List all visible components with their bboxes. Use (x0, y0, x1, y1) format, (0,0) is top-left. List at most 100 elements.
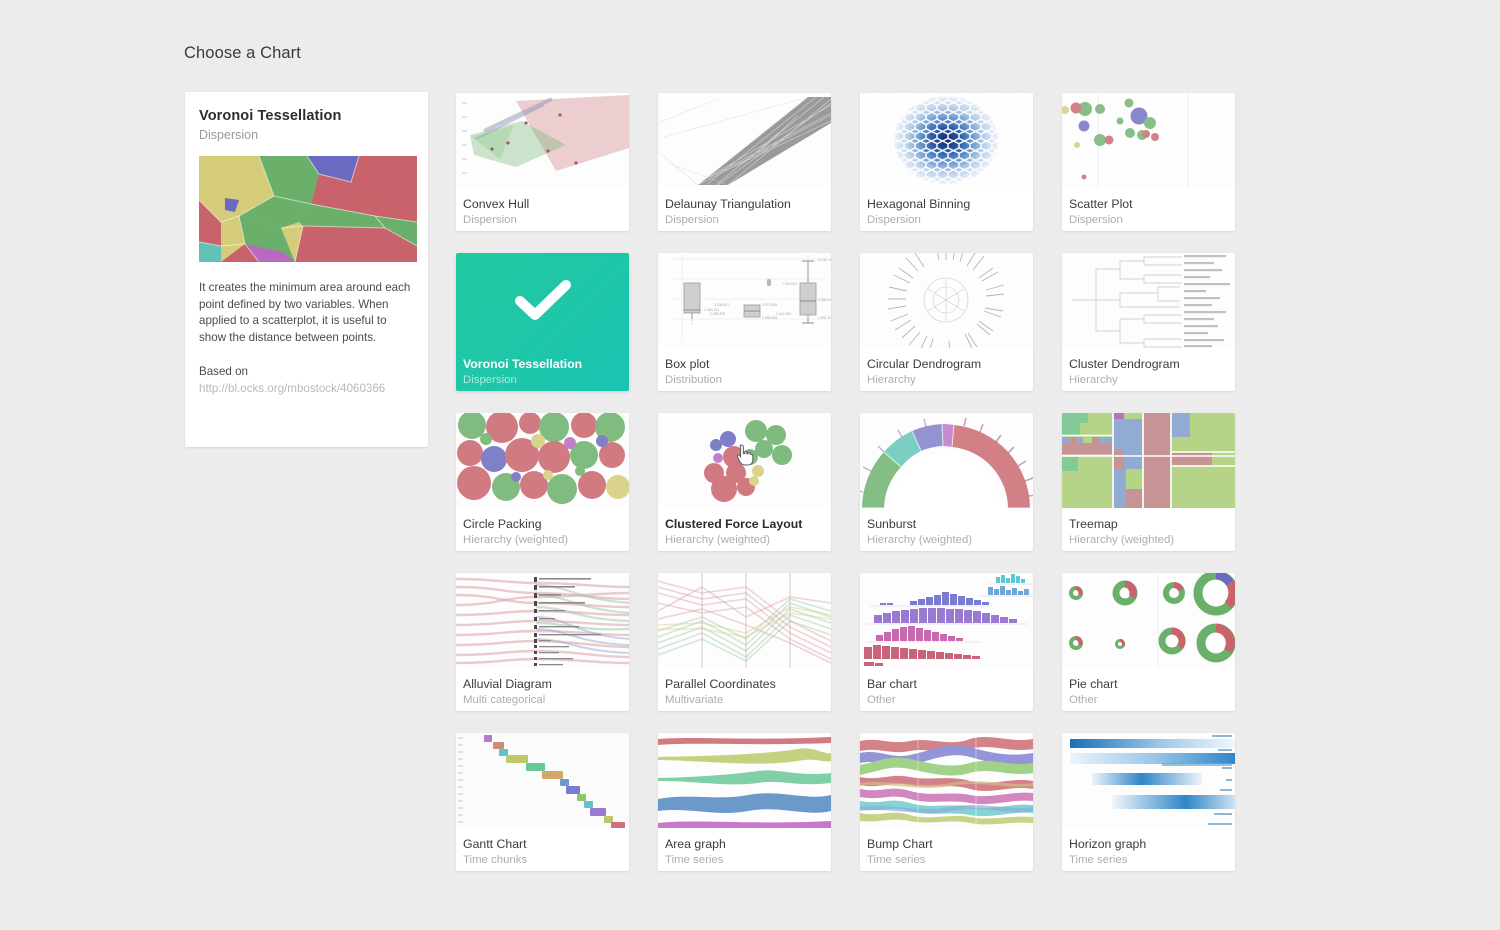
card-category: Dispersion (1069, 214, 1123, 226)
card-category: Time series (1069, 854, 1128, 866)
delaunay-thumbnail (658, 93, 831, 188)
card-title: Parallel Coordinates (665, 677, 776, 691)
card-title: Hexagonal Binning (867, 197, 971, 211)
treemap-thumbnail (1062, 413, 1235, 508)
chart-card-pie-chart[interactable]: Pie chart Other (1062, 573, 1235, 711)
clustered-force-thumbnail (658, 413, 831, 508)
selected-thumb (456, 253, 629, 348)
card-category: Other (867, 694, 896, 706)
card-title: Voronoi Tessellation (463, 357, 583, 371)
svg-text:11.087.825: 11.087.825 (818, 258, 831, 262)
chart-card-bump-chart[interactable]: Bump Chart Time series (860, 733, 1033, 871)
gantt-thumbnail (456, 733, 629, 828)
card-title: Pie chart (1069, 677, 1118, 691)
chart-card-parallel-coordinates[interactable]: Parallel Coordinates Multivariate (658, 573, 831, 711)
scatter-thumbnail (1062, 93, 1235, 188)
chart-card-clustered-force-layout[interactable]: Clustered Force Layout Hierarchy (weight… (658, 413, 831, 551)
parallel-coordinates-thumbnail (658, 573, 831, 668)
detail-source-link[interactable]: http://bl.ocks.org/mbostock/4060366 (199, 381, 414, 398)
card-title: Circle Packing (463, 517, 542, 531)
card-title: Bar chart (867, 677, 917, 691)
chart-card-box-plot[interactable]: 11.087.825 7.315.002 4.395.006 3.363.751… (658, 253, 831, 391)
chart-card-area-graph[interactable]: Area graph Time series (658, 733, 831, 871)
card-title: Treemap (1069, 517, 1118, 531)
card-meta: Voronoi Tessellation Dispersion (456, 348, 629, 387)
chart-card-gantt-chart[interactable]: Gantt Chart Time chunks (456, 733, 629, 871)
card-category: Dispersion (867, 214, 921, 226)
card-meta: Circular Dendrogram Hierarchy (860, 348, 1033, 387)
pie-chart-thumbnail (1062, 573, 1235, 668)
card-category: Multivariate (665, 694, 724, 706)
horizon-graph-thumbnail (1062, 733, 1235, 828)
card-title: Alluvial Diagram (463, 677, 552, 691)
chart-card-delaunay-triangulation[interactable]: Delaunay Triangulation Dispersion (658, 93, 831, 231)
card-title: Area graph (665, 837, 726, 851)
hexbin-thumbnail (860, 93, 1033, 188)
card-meta: Hexagonal Binning Dispersion (860, 188, 1033, 227)
circle-packing-thumbnail (456, 413, 629, 508)
card-title: Gantt Chart (463, 837, 527, 851)
chart-card-scatter-plot[interactable]: Scatter Plot Dispersion (1062, 93, 1235, 231)
card-category: Distribution (665, 374, 722, 386)
card-meta: Box plot Distribution (658, 348, 831, 387)
svg-text:2.396.205: 2.396.205 (710, 312, 725, 316)
svg-text:2.414.382: 2.414.382 (776, 312, 791, 316)
chart-card-cluster-dendrogram[interactable]: Cluster Dendrogram Hierarchy (1062, 253, 1235, 391)
card-category: Dispersion (463, 374, 517, 386)
card-title: Box plot (665, 357, 710, 371)
chart-card-alluvial-diagram[interactable]: Alluvial Diagram Multi categorical (456, 573, 629, 711)
check-icon (456, 253, 629, 348)
card-meta: Treemap Hierarchy (weighted) (1062, 508, 1235, 547)
card-meta: Convex Hull Dispersion (456, 188, 629, 227)
chart-card-horizon-graph[interactable]: Horizon graph Time series (1062, 733, 1235, 871)
card-category: Hierarchy (867, 374, 916, 386)
chart-card-sunburst[interactable]: Sunburst Hierarchy (weighted) (860, 413, 1033, 551)
card-category: Time series (867, 854, 926, 866)
card-meta: Delaunay Triangulation Dispersion (658, 188, 831, 227)
svg-text:3.071.983: 3.071.983 (762, 303, 777, 307)
svg-text:4.395.006: 4.395.006 (818, 298, 831, 302)
chart-card-circle-packing[interactable]: Circle Packing Hierarchy (weighted) (456, 413, 629, 551)
chart-card-circular-dendrogram[interactable]: Circular Dendrogram Hierarchy (860, 253, 1033, 391)
convex-hull-thumbnail (456, 93, 629, 188)
card-category: Time series (665, 854, 724, 866)
chart-detail-panel: Voronoi Tessellation Dispersion It creat… (185, 92, 428, 447)
card-meta: Parallel Coordinates Multivariate (658, 668, 831, 707)
card-title: Clustered Force Layout (665, 517, 803, 531)
svg-text:3.006.657: 3.006.657 (714, 303, 729, 307)
sunburst-thumbnail (860, 413, 1033, 508)
area-graph-thumbnail (658, 733, 831, 828)
card-title: Sunburst (867, 517, 917, 531)
card-meta: Sunburst Hierarchy (weighted) (860, 508, 1033, 547)
card-category: Other (1069, 694, 1098, 706)
page-title: Choose a Chart (184, 44, 301, 62)
svg-text:2.556.985: 2.556.985 (762, 316, 777, 320)
card-meta: Cluster Dendrogram Hierarchy (1062, 348, 1235, 387)
card-category: Hierarchy (weighted) (867, 534, 973, 546)
chart-card-voronoi-tessellation[interactable]: Voronoi Tessellation Dispersion (456, 253, 629, 391)
detail-category: Dispersion (199, 128, 259, 142)
chart-card-treemap[interactable]: Treemap Hierarchy (weighted) (1062, 413, 1235, 551)
card-title: Circular Dendrogram (867, 357, 982, 371)
card-title: Delaunay Triangulation (665, 197, 791, 211)
card-meta: Bump Chart Time series (860, 828, 1033, 867)
detail-title: Voronoi Tessellation (199, 108, 342, 124)
card-category: Dispersion (665, 214, 719, 226)
card-meta: Clustered Force Layout Hierarchy (weight… (658, 508, 831, 547)
bump-chart-thumbnail (860, 733, 1033, 828)
card-category: Multi categorical (463, 694, 546, 706)
chart-card-hexagonal-binning[interactable]: Hexagonal Binning Dispersion (860, 93, 1033, 231)
cluster-dendrogram-thumbnail (1062, 253, 1235, 348)
card-meta: Alluvial Diagram Multi categorical (456, 668, 629, 707)
chart-grid: Convex Hull Dispersion Delaunay Triangul… (456, 93, 1248, 871)
card-title: Horizon graph (1069, 837, 1147, 851)
alluvial-thumbnail (456, 573, 629, 668)
chart-card-bar-chart[interactable]: Bar chart Other (860, 573, 1033, 711)
card-meta: Gantt Chart Time chunks (456, 828, 629, 867)
chart-card-convex-hull[interactable]: Convex Hull Dispersion (456, 93, 629, 231)
voronoi-thumbnail (199, 156, 417, 262)
card-category: Time chunks (463, 854, 528, 866)
card-meta: Scatter Plot Dispersion (1062, 188, 1235, 227)
card-title: Convex Hull (463, 197, 530, 211)
card-category: Dispersion (463, 214, 517, 226)
